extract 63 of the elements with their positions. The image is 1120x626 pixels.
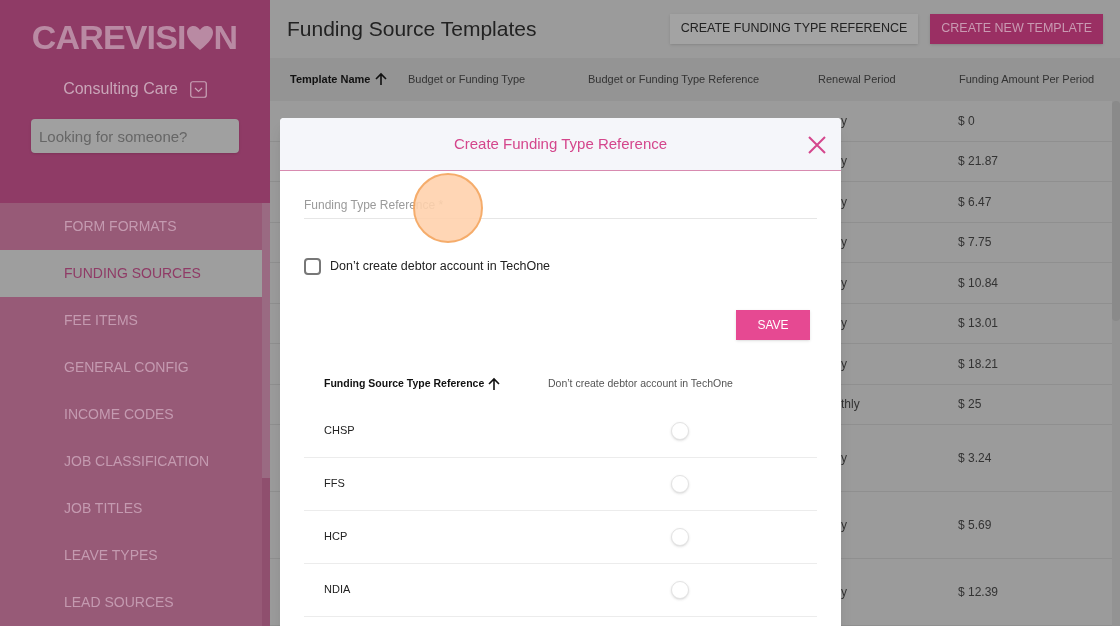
sort-arrow-icon: [374, 72, 387, 87]
table-cell-text: y: [841, 517, 848, 534]
table-cell-text: y: [841, 315, 848, 333]
table-cell-text: y: [841, 274, 848, 292]
close-icon[interactable]: [808, 136, 826, 154]
toggle-switch[interactable]: [671, 527, 689, 546]
table-cell-text: y: [841, 112, 848, 130]
table-cell-text: $ 12.39: [958, 584, 999, 601]
table-cell-text: y: [841, 193, 848, 211]
sidebar-item[interactable]: GENERAL CONFIG: [0, 344, 262, 391]
column-header[interactable]: Don’t create debtor account in TechOne: [548, 375, 733, 392]
table-cell-text: $ 6.47: [958, 193, 992, 211]
organization-name: Consulting Care: [63, 79, 178, 99]
column-header[interactable]: Budget or Funding Type Reference: [588, 71, 760, 88]
table-cell-text: $ 3.24: [958, 450, 992, 467]
save-button[interactable]: SAVE: [736, 309, 810, 340]
table-cell-text: NDIA: [324, 582, 352, 598]
column-header[interactable]: Funding Amount Per Period: [959, 71, 1095, 88]
create-template-button[interactable]: CREATE NEW TEMPLATE: [930, 13, 1103, 44]
sidebar-item[interactable]: FORM FORMATS: [0, 203, 262, 250]
table-cell-text: y: [841, 355, 848, 373]
table-cell-text: $ 13.01: [958, 315, 999, 333]
sidebar-item[interactable]: FEE ITEMS: [0, 297, 262, 344]
page-title: Funding Source Templates: [287, 16, 537, 43]
table-cell-text: $ 10.84: [958, 274, 999, 292]
heart-icon: [185, 24, 214, 51]
table-cell-text: y: [841, 584, 848, 601]
toggle-switch[interactable]: [671, 421, 689, 440]
table-cell-text: $ 0: [958, 112, 975, 130]
column-header[interactable]: Template Name: [290, 71, 371, 88]
table-cell-text: $ 7.75: [958, 234, 992, 252]
logo-text: N: [213, 17, 239, 58]
table-cell-text: y: [841, 153, 848, 171]
sidebar-scrollbar[interactable]: [262, 203, 270, 626]
column-header[interactable]: Renewal Period: [818, 71, 896, 88]
sidebar-item[interactable]: LEAD SOURCES: [0, 579, 262, 626]
checkbox[interactable]: [304, 257, 321, 275]
table-cell-text: y: [841, 450, 848, 467]
sidebar-item[interactable]: FUNDING SOURCES: [0, 250, 262, 297]
dialog-title: Create Funding Type Reference: [453, 133, 668, 154]
search-field[interactable]: Looking for someone?: [31, 119, 239, 153]
table-cell-text: thly: [841, 396, 861, 414]
column-header[interactable]: Budget or Funding Type: [408, 71, 526, 88]
sidebar-item[interactable]: JOB TITLES: [0, 485, 262, 532]
sidebar-item[interactable]: LEAVE TYPES: [0, 532, 262, 579]
create-reference-button[interactable]: CREATE FUNDING TYPE REFERENCE: [669, 13, 919, 44]
table-cell-text: $ 5.69: [958, 517, 992, 534]
table-cell-text: $ 25: [958, 396, 982, 414]
table-cell-text: HCP: [324, 529, 349, 545]
column-header[interactable]: Funding Source Type Reference: [324, 375, 485, 392]
sidebar-item[interactable]: INCOME CODES: [0, 391, 262, 438]
sidebar-item[interactable]: JOB CLASSIFICATION: [0, 438, 262, 485]
table-cell-text: y: [841, 234, 848, 252]
sort-arrow-icon: [488, 376, 501, 391]
logo-text: CAREVISI: [31, 17, 186, 58]
table-cell-text: FFS: [324, 476, 346, 492]
table-cell-text: $ 18.21: [958, 355, 999, 373]
toggle-switch[interactable]: [671, 474, 689, 493]
dropdown-icon[interactable]: [189, 80, 207, 98]
table-cell-text: $ 21.87: [958, 153, 999, 171]
toggle-switch[interactable]: [671, 580, 689, 599]
table-cell-text: CHSP: [324, 423, 356, 439]
checkbox-label: Don’t create debtor account in TechOne: [330, 258, 551, 275]
